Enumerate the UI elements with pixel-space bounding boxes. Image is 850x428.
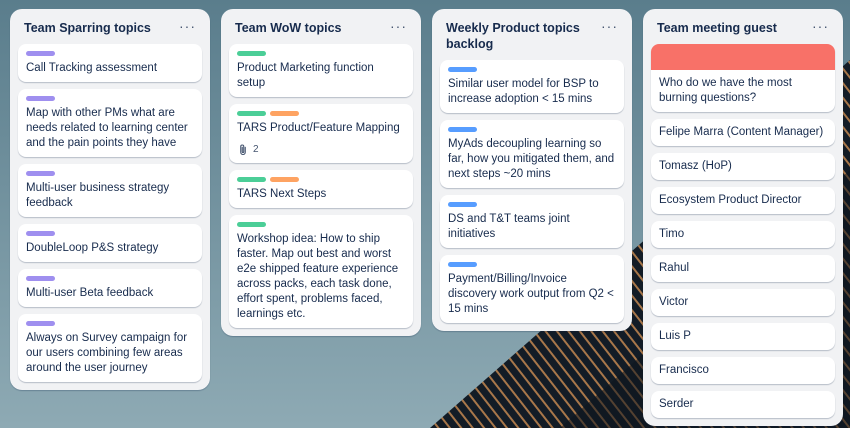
card-title: Always on Survey campaign for our users … <box>26 332 188 374</box>
card[interactable]: Timo <box>651 221 835 248</box>
card[interactable]: Felipe Marra (Content Manager) <box>651 119 835 146</box>
card-labels <box>448 127 616 132</box>
card[interactable]: TARS Product/Feature Mapping 2 <box>229 104 413 163</box>
card-title: TARS Next Steps <box>237 188 327 200</box>
card-title: DS and T&T teams joint initiatives <box>448 213 570 240</box>
card-title: Francisco <box>659 364 709 376</box>
card-labels <box>26 51 194 56</box>
card-title: Ecosystem Product Director <box>659 194 802 206</box>
blue-label <box>448 202 477 207</box>
card-title: Tomasz (HoP) <box>659 160 732 172</box>
card[interactable]: Multi-user business strategy feedback <box>18 164 202 217</box>
card-labels <box>26 231 194 236</box>
list-menu-icon[interactable]: ··· <box>390 19 407 33</box>
card[interactable]: Similar user model for BSP to increase a… <box>440 60 624 113</box>
card-title: TARS Product/Feature Mapping <box>237 122 400 134</box>
purple-label <box>26 321 55 326</box>
orange-label <box>270 177 299 182</box>
card-labels <box>26 321 194 326</box>
card[interactable]: Always on Survey campaign for our users … <box>18 314 202 382</box>
attachment-count: 2 <box>253 144 259 155</box>
green-label <box>237 177 266 182</box>
green-label <box>237 51 266 56</box>
card[interactable]: Call Tracking assessment <box>18 44 202 82</box>
card[interactable]: DoubleLoop P&S strategy <box>18 224 202 262</box>
list-header: Team WoW topics ··· <box>229 9 413 44</box>
blue-label <box>448 127 477 132</box>
card[interactable]: Francisco <box>651 357 835 384</box>
card-title: Timo <box>659 228 685 240</box>
green-label <box>237 222 266 227</box>
board: Team Sparring topics ··· Call Tracking a… <box>0 0 850 428</box>
card-labels <box>448 202 616 207</box>
list-header: Team Sparring topics ··· <box>18 9 202 44</box>
card[interactable]: Payment/Billing/Invoice discovery work o… <box>440 255 624 323</box>
card-labels <box>26 171 194 176</box>
list-header: Weekly Product topics backlog ··· <box>440 9 624 60</box>
purple-label <box>26 96 55 101</box>
blue-label <box>448 262 477 267</box>
card-labels <box>237 111 405 116</box>
list-menu-icon[interactable]: ··· <box>179 19 196 33</box>
card[interactable]: MyAds decoupling learning so far, how yo… <box>440 120 624 188</box>
card[interactable]: Ecosystem Product Director <box>651 187 835 214</box>
card-title: Workshop idea: How to ship faster. Map o… <box>237 233 399 320</box>
card-labels <box>26 96 194 101</box>
purple-label <box>26 231 55 236</box>
card[interactable]: Who do we have the most burning question… <box>651 44 835 112</box>
blue-label <box>448 67 477 72</box>
card-labels <box>448 262 616 267</box>
list-title: Team meeting guest <box>657 21 777 35</box>
list-team-sparring-topics: Team Sparring topics ··· Call Tracking a… <box>10 9 210 390</box>
list-team-meeting-guest: Team meeting guest ··· Who do we have th… <box>643 9 843 426</box>
card[interactable]: Product Marketing function setup <box>229 44 413 97</box>
card-title: MyAds decoupling learning so far, how yo… <box>448 138 615 180</box>
card-labels <box>448 67 616 72</box>
card[interactable]: Rahul <box>651 255 835 282</box>
card[interactable]: TARS Next Steps <box>229 170 413 208</box>
card-labels <box>237 222 405 227</box>
attachment-badge: 2 <box>237 142 405 157</box>
card-labels <box>26 276 194 281</box>
card-title: Serder <box>659 398 694 410</box>
card-title: Multi-user Beta feedback <box>26 287 154 299</box>
card[interactable]: Map with other PMs what are needs relate… <box>18 89 202 157</box>
card[interactable]: Workshop idea: How to ship faster. Map o… <box>229 215 413 328</box>
card-labels <box>237 51 405 56</box>
card-title: Luis P <box>659 330 691 342</box>
card-title: DoubleLoop P&S strategy <box>26 242 159 254</box>
card-title: Victor <box>659 296 689 308</box>
card-title: Product Marketing function setup <box>237 62 374 89</box>
card[interactable]: Luis P <box>651 323 835 350</box>
card-title: Rahul <box>659 262 690 274</box>
list-title: Team WoW topics <box>235 21 342 35</box>
card-title: Multi-user business strategy feedback <box>26 182 170 209</box>
card-title: Map with other PMs what are needs relate… <box>26 107 188 149</box>
list-menu-icon[interactable]: ··· <box>812 19 829 33</box>
list-title: Team Sparring topics <box>24 21 151 35</box>
green-label <box>237 111 266 116</box>
card-title: Felipe Marra (Content Manager) <box>659 126 824 138</box>
purple-label <box>26 276 55 281</box>
list-team-wow-topics: Team WoW topics ··· Product Marketing fu… <box>221 9 421 336</box>
list-title: Weekly Product topics backlog <box>446 21 580 51</box>
card[interactable]: DS and T&T teams joint initiatives <box>440 195 624 248</box>
list-weekly-product-topics-backlog: Weekly Product topics backlog ··· Simila… <box>432 9 632 331</box>
card[interactable]: Multi-user Beta feedback <box>18 269 202 307</box>
card-title: Who do we have the most burning question… <box>659 77 792 104</box>
card[interactable]: Serder <box>651 391 835 418</box>
list-menu-icon[interactable]: ··· <box>601 19 618 33</box>
purple-label <box>26 51 55 56</box>
card-labels <box>237 177 405 182</box>
paperclip-icon <box>240 144 246 155</box>
card-title: Call Tracking assessment <box>26 62 158 74</box>
card-cover <box>651 44 835 70</box>
purple-label <box>26 171 55 176</box>
card-title: Payment/Billing/Invoice discovery work o… <box>448 273 614 315</box>
card-title: Similar user model for BSP to increase a… <box>448 78 599 105</box>
orange-label <box>270 111 299 116</box>
card[interactable]: Victor <box>651 289 835 316</box>
list-header: Team meeting guest ··· <box>651 9 835 44</box>
card[interactable]: Tomasz (HoP) <box>651 153 835 180</box>
